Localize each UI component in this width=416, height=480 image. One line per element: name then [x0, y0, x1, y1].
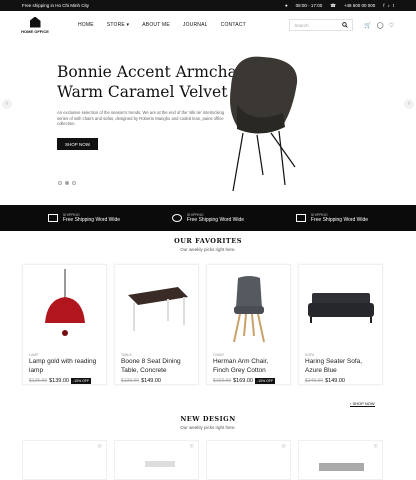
- feature-text: Free Shipping Word Wide: [310, 217, 369, 223]
- slider-dot[interactable]: [65, 181, 69, 185]
- wishlist-icon[interactable]: ♡: [389, 22, 394, 29]
- logo-text: HOME OFFICE: [21, 28, 49, 34]
- section-subtitle: Our weekly picks right here.: [180, 247, 236, 252]
- topbar-message: Free shipping in Ho Chi Minh City: [22, 3, 90, 8]
- section-subtitle: Our weekly picks right here.: [180, 425, 236, 430]
- wishlist-icon[interactable]: ♡: [374, 444, 378, 450]
- product-card[interactable]: CHAIR Herman Arm Chair, Finch Grey Cotto…: [206, 264, 291, 385]
- nav-about[interactable]: ABOUT ME: [142, 22, 170, 28]
- old-price: $125.00: [29, 378, 48, 384]
- product-name[interactable]: Haring Seater Sofa, Azure Blue: [299, 358, 382, 375]
- wishlist-icon[interactable]: ♡: [98, 444, 102, 450]
- product-image[interactable]: [23, 265, 106, 352]
- shop-now-button[interactable]: SHOP NOW: [57, 138, 98, 150]
- product-image[interactable]: [115, 265, 198, 352]
- hero-slider: ‹ › Bonnie Accent Armchair Warm Caramel V…: [0, 39, 416, 205]
- header: HOME OFFICE HOME STORE ▾ ABOUT ME JOURNA…: [0, 11, 416, 39]
- product-category: TABLE: [121, 353, 132, 357]
- armchair-image: [230, 56, 298, 192]
- section-title: OUR FAVORITES: [174, 237, 242, 245]
- facebook-icon[interactable]: f: [383, 3, 384, 8]
- price: $169.00: [233, 378, 253, 384]
- nav-journal[interactable]: JOURNAL: [183, 22, 208, 28]
- feature-item: SHIPPING Free Shipping Word Wide: [171, 213, 245, 223]
- logo-house-icon: [29, 16, 41, 28]
- product-category: CHAIR: [213, 353, 224, 357]
- features-bar: SHIPPING Free Shipping Word Wide SHIPPING…: [0, 205, 416, 231]
- clock-icon: ●: [284, 3, 288, 8]
- product-card[interactable]: TABLE Boone 8 Seat Dining Table, Concret…: [114, 264, 199, 385]
- price: $139.00: [49, 378, 69, 384]
- new-design-section: NEW DESIGN Our weekly picks right here. …: [0, 415, 416, 480]
- cart-icon[interactable]: 🛒: [364, 22, 371, 29]
- product-card[interactable]: SOFA Haring Seater Sofa, Azure Blue $149…: [298, 264, 383, 385]
- box-icon: [295, 214, 306, 222]
- prev-slide-icon[interactable]: ‹: [2, 99, 12, 109]
- product-card[interactable]: ♡: [298, 440, 383, 480]
- discount-badge: -10% OFF: [254, 378, 276, 384]
- feature-text: Free Shipping Word Wide: [186, 217, 245, 223]
- slider-dot[interactable]: [58, 181, 62, 185]
- next-slide-icon[interactable]: ›: [404, 99, 414, 109]
- twitter-icon[interactable]: t: [393, 3, 394, 8]
- product-category: SOFA: [305, 353, 315, 357]
- old-price: $139.00: [121, 378, 140, 384]
- section-title: NEW DESIGN: [180, 415, 236, 423]
- topbar-hours: 08:00 - 17:00: [295, 3, 323, 8]
- old-price: $169.00: [213, 378, 232, 384]
- hero-description: An exclusive selection of the season's t…: [57, 110, 225, 126]
- nav-contact[interactable]: CONTACT: [221, 22, 246, 28]
- price: $149.00: [325, 378, 345, 384]
- product-category: LAMP: [29, 353, 39, 357]
- old-price: $149.00: [305, 378, 324, 384]
- truck-icon: [47, 214, 58, 222]
- slider-dots: [58, 181, 76, 185]
- feature-item: SHIPPING Free Shipping Word Wide: [47, 213, 121, 223]
- tiktok-icon[interactable]: ♪: [387, 3, 389, 8]
- discount-badge: -10% OFF: [70, 378, 92, 384]
- product-image[interactable]: [207, 265, 290, 352]
- wishlist-icon[interactable]: ♡: [190, 444, 194, 450]
- user-icon[interactable]: ◯: [377, 22, 384, 29]
- product-name[interactable]: Lamp gold with reading lamp: [23, 358, 106, 375]
- product-card[interactable]: ♡: [114, 440, 199, 480]
- search-placeholder: Search: [294, 22, 309, 28]
- slider-dot[interactable]: [72, 181, 76, 185]
- price: $149.00: [141, 378, 161, 384]
- search-input[interactable]: Search: [289, 19, 354, 31]
- feature-text: Free Shipping Word Wide: [62, 217, 121, 223]
- shop-now-link[interactable]: › SHOP NOW: [350, 401, 375, 407]
- phone-icon: ☎: [330, 2, 336, 8]
- support-icon: [171, 214, 182, 222]
- top-bar: Free shipping in Ho Chi Minh City ● 08:0…: [0, 0, 416, 11]
- wishlist-icon[interactable]: ♡: [282, 444, 286, 450]
- topbar-phone: +48 500 00 000: [343, 3, 376, 8]
- product-card[interactable]: LAMP Lamp gold with reading lamp $125.00…: [22, 264, 107, 385]
- product-name[interactable]: Herman Arm Chair, Finch Grey Cotton: [207, 358, 290, 375]
- logo[interactable]: HOME OFFICE: [21, 16, 49, 34]
- nav-home[interactable]: HOME: [78, 22, 94, 28]
- nav-store[interactable]: STORE ▾: [107, 22, 129, 28]
- product-card[interactable]: ♡: [22, 440, 107, 480]
- feature-item: SHIPPING Free Shipping Word Wide: [295, 213, 369, 223]
- search-icon[interactable]: [342, 22, 349, 28]
- product-card[interactable]: ♡: [206, 440, 291, 480]
- product-image[interactable]: [299, 265, 382, 352]
- favorites-section: OUR FAVORITES Our weekly picks right her…: [0, 237, 416, 385]
- product-grid: LAMP Lamp gold with reading lamp $125.00…: [0, 264, 416, 385]
- product-name[interactable]: Boone 8 Seat Dining Table, Concrete: [115, 358, 198, 375]
- main-nav: HOME STORE ▾ ABOUT ME JOURNAL CONTACT: [78, 22, 246, 28]
